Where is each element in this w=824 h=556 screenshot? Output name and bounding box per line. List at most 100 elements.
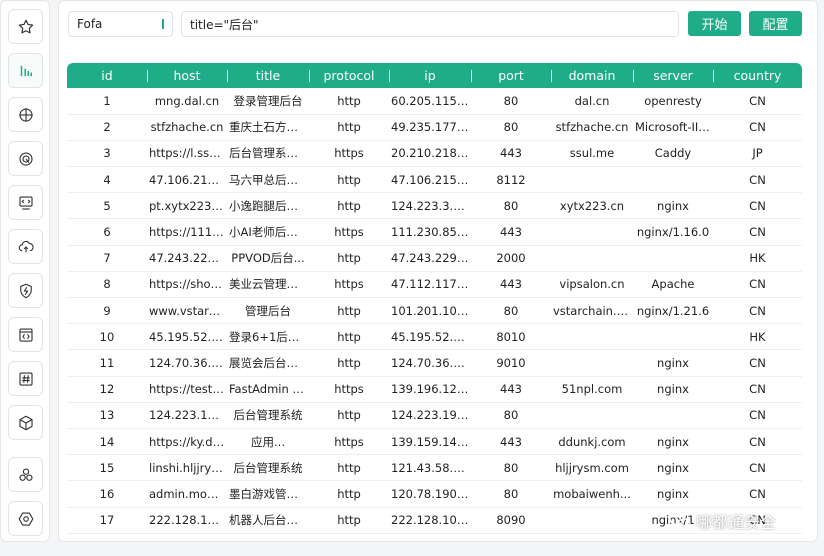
cell-protocol: http	[309, 192, 389, 220]
cell-protocol: http	[309, 454, 389, 482]
code-window-icon	[18, 327, 33, 342]
cell-title: 管理后台	[227, 297, 309, 325]
sidebar-btn-radar[interactable]	[8, 141, 43, 176]
start-button[interactable]: 开始	[688, 11, 741, 36]
sidebar-btn-hash[interactable]	[8, 361, 43, 396]
cell-domain: ssul.me	[551, 140, 633, 168]
cell-domain	[551, 507, 633, 534]
cell-title: 小AI老师后台...	[227, 218, 309, 246]
column-header-domain[interactable]: domain	[551, 63, 633, 88]
cell-domain	[551, 323, 633, 351]
column-separator[interactable]	[309, 70, 310, 82]
column-header-label: title	[255, 68, 281, 83]
cell-host: admin.moba...	[147, 480, 227, 508]
table-row[interactable]: 3 https://l.ssul.... 后台管理系统... https 20.210.…	[67, 140, 802, 168]
cell-ip: 101.201.100....	[389, 297, 471, 325]
cell-id: 9	[67, 297, 147, 325]
cell-title: 小逸跑腿后台...	[227, 192, 309, 220]
table-header: id host title protocol ip port domain server cou…	[67, 63, 802, 88]
table-row[interactable]: 447.106.215.3...马六甲总后台...http47.106.215.…	[67, 166, 802, 194]
cell-host: https://111....	[147, 218, 227, 246]
cell-id: 4	[67, 166, 147, 194]
column-header-port[interactable]: port	[471, 63, 551, 88]
cell-port: 80	[471, 402, 551, 429]
cell-domain: hljjrysm.com	[551, 454, 633, 482]
cell-title: 后台管理系统	[227, 454, 309, 482]
cell-host: 47.106.215.3...	[147, 166, 227, 194]
column-separator[interactable]	[389, 70, 390, 82]
sidebar-btn-settings[interactable]	[8, 501, 43, 536]
column-separator[interactable]	[551, 70, 552, 82]
engine-select[interactable]: Fofa	[68, 11, 173, 37]
cell-host: https://l.ssul....	[147, 140, 227, 168]
cell-port: 9010	[471, 349, 551, 377]
cell-port: 2000	[471, 245, 551, 272]
table-row[interactable]: 15 linshi.hljjrys... 后台管理系统 http 121.43.58.1…	[67, 454, 802, 482]
cell-domain: dal.cn	[551, 88, 633, 115]
table-row[interactable]: 14 https://ky.dd... 应用... https 139.159.148.…	[67, 428, 802, 456]
cell-protocol: http	[309, 323, 389, 351]
table-row[interactable]: 13124.223.193....后台管理系统http124.223.193..…	[67, 402, 802, 429]
results-table: id host title protocol ip port domain server cou…	[67, 63, 802, 534]
table-row[interactable]: 747.243.229.2...PPVOD后台...http47.243.229…	[67, 245, 802, 272]
column-header-country[interactable]: country	[713, 63, 802, 88]
cell-protocol: https	[309, 140, 389, 168]
column-header-server[interactable]: server	[633, 63, 713, 88]
query-input[interactable]	[181, 11, 679, 37]
cell-host: https://shop...	[147, 271, 227, 299]
cell-port: 443	[471, 218, 551, 246]
engine-select-value: Fofa	[77, 17, 103, 31]
sidebar-btn-cluster[interactable]	[8, 457, 43, 492]
cell-id: 6	[67, 218, 147, 246]
cell-host: mng.dal.cn	[147, 88, 227, 115]
table-row[interactable]: 6 https://111.... 小AI老师后台... https 111.230.8…	[67, 218, 802, 246]
cell-domain: stfzhache.cn	[551, 114, 633, 141]
column-separator[interactable]	[713, 70, 714, 82]
cell-port: 443	[471, 376, 551, 403]
cell-host: https://ky.dd...	[147, 428, 227, 456]
column-header-id[interactable]: id	[67, 63, 147, 88]
table-row[interactable]: 9 www.vstarch... 管理后台 http 101.201.100.... 80…	[67, 297, 802, 325]
bar-chart-icon	[20, 65, 32, 76]
column-header-label: protocol	[323, 68, 375, 83]
cell-protocol: http	[309, 297, 389, 325]
column-header-ip[interactable]: ip	[389, 63, 471, 88]
table-row[interactable]: 16 admin.moba... 墨白游戏管理... http 120.78.190.6…	[67, 480, 802, 508]
cell-port: 80	[471, 297, 551, 325]
column-separator[interactable]	[227, 70, 228, 82]
column-separator[interactable]	[633, 70, 634, 82]
sidebar-btn-target[interactable]	[8, 97, 43, 132]
sidebar-btn-cloud[interactable]	[8, 229, 43, 264]
column-header-protocol[interactable]: protocol	[309, 63, 389, 88]
table-row[interactable]: 11124.70.36.18...展览会后台管...http124.70.36.…	[67, 349, 802, 377]
column-separator[interactable]	[471, 70, 472, 82]
cell-server: Apache	[633, 271, 713, 299]
column-separator[interactable]	[147, 70, 148, 82]
cell-protocol: http	[309, 88, 389, 115]
sidebar-btn-cube[interactable]	[8, 405, 43, 440]
cell-server: nginx/1.16.0	[633, 218, 713, 246]
cell-id: 17	[67, 507, 147, 534]
table-row[interactable]: 5 pt.xytx223.cn 小逸跑腿后台... http 124.223.3.245…	[67, 192, 802, 220]
config-button[interactable]: 配置	[749, 11, 802, 36]
table-row[interactable]: 2 stfzhache.cn 重庆土石方渣... http 49.235.177.1..…	[67, 114, 802, 141]
sidebar-btn-code[interactable]	[8, 317, 43, 352]
column-header-title[interactable]: title	[227, 63, 309, 88]
column-header-host[interactable]: host	[147, 63, 227, 88]
sidebar-btn-favorites[interactable]	[8, 9, 43, 44]
table-row[interactable]: 12 https://test.... FastAdmin - ... https 13…	[67, 376, 802, 403]
cluster-icon	[18, 467, 33, 481]
cell-server: Microsoft-IIS...	[633, 114, 713, 141]
sidebar-btn-search[interactable]	[8, 53, 43, 88]
cell-id: 14	[67, 428, 147, 456]
sidebar-btn-shield[interactable]	[8, 273, 43, 308]
cell-protocol: https	[309, 428, 389, 456]
cell-host: 124.223.193....	[147, 402, 227, 429]
table-row[interactable]: 1 mng.dal.cn 登录管理后台 http 60.205.115.18 80 dal.…	[67, 88, 802, 115]
cell-title: 后台管理系统...	[227, 140, 309, 168]
cell-host: stfzhache.cn	[147, 114, 227, 141]
cell-country: CN	[713, 218, 802, 246]
table-row[interactable]: 8 https://shop... 美业云管理后... https 47.112.117…	[67, 271, 802, 299]
table-row[interactable]: 1045.195.52.16...登录6+1后台...http45.195.52…	[67, 323, 802, 351]
sidebar-btn-monitor[interactable]	[8, 185, 43, 220]
